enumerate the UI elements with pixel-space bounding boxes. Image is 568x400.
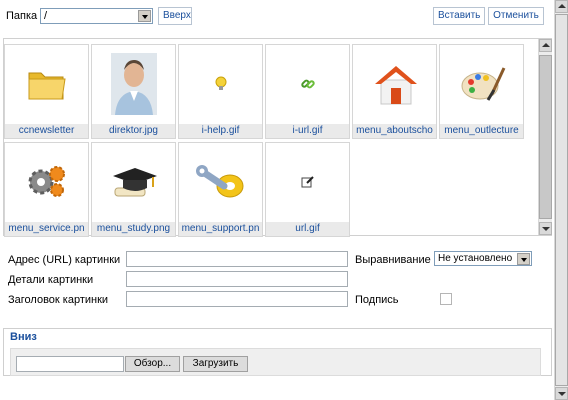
file-tile[interactable]: menu_study.png (91, 142, 176, 237)
wrench-tape-icon (179, 143, 262, 221)
page-scrollbar[interactable] (554, 0, 568, 400)
title-input[interactable] (126, 291, 348, 307)
file-browser: ccnewsletter direktor.jpg i-help.gif i-u… (3, 38, 552, 237)
file-tile[interactable]: url.gif (265, 142, 350, 237)
details-label: Детали картинки (8, 274, 94, 286)
caption-checkbox[interactable] (440, 293, 452, 305)
file-tile[interactable]: menu_aboutscho (352, 44, 437, 139)
scroll-down-arrow-icon[interactable] (539, 222, 552, 235)
align-select-value: Не установлено (438, 253, 513, 264)
folder-label: Папка (6, 10, 38, 22)
up-button[interactable]: Вверх (158, 7, 192, 25)
file-name: url.gif (266, 222, 349, 236)
file-name: menu_aboutscho (353, 124, 436, 138)
url-input[interactable] (126, 251, 348, 267)
file-tile[interactable]: i-url.gif (265, 44, 350, 139)
file-tile[interactable]: menu_support.pn (178, 142, 263, 237)
folder-select-value: / (44, 10, 48, 22)
file-tile[interactable]: ccnewsletter (4, 44, 89, 139)
file-name: menu_study.png (92, 222, 175, 236)
house-icon (353, 45, 436, 123)
insert-button[interactable]: Вставить (433, 7, 485, 25)
gears-icon (5, 143, 88, 221)
page-scrollbar-thumb[interactable] (555, 14, 568, 386)
chevron-down-icon[interactable] (138, 10, 151, 22)
upload-button[interactable]: Загрузить (183, 356, 248, 372)
upload-legend: Вниз (8, 331, 39, 343)
browse-button[interactable]: Обзор... (125, 356, 180, 372)
file-tile[interactable]: direktor.jpg (91, 44, 176, 139)
file-tile[interactable]: menu_outlecture (439, 44, 524, 139)
file-tile[interactable]: i-help.gif (178, 44, 263, 139)
title-label: Заголовок картинки (8, 294, 109, 306)
grid-scrollbar[interactable] (538, 39, 552, 235)
graduation-cap-icon (92, 143, 175, 221)
link-icon (266, 45, 349, 123)
upload-bar: Обзор... Загрузить (10, 348, 541, 376)
scroll-up-arrow-icon[interactable] (555, 0, 568, 13)
edit-link-icon (266, 143, 349, 221)
file-name: direktor.jpg (92, 124, 175, 138)
portrait-photo (92, 45, 175, 123)
caption-label: Подпись (355, 294, 399, 306)
file-name: ccnewsletter (5, 124, 88, 138)
file-name: menu_outlecture (440, 124, 523, 138)
align-label: Выравнивание (355, 254, 431, 266)
file-name: i-url.gif (266, 124, 349, 138)
folder-select[interactable]: / (40, 8, 153, 24)
folder-icon (5, 45, 88, 123)
chevron-down-icon[interactable] (517, 253, 530, 265)
file-path-input[interactable] (16, 356, 124, 372)
lightbulb-icon (179, 45, 262, 123)
details-input[interactable] (126, 271, 348, 287)
scrollbar-thumb[interactable] (539, 55, 552, 219)
cancel-button[interactable]: Отменить (488, 7, 544, 25)
file-tile[interactable]: menu_service.pn (4, 142, 89, 237)
palette-icon (440, 45, 523, 123)
scroll-up-arrow-icon[interactable] (539, 39, 552, 52)
align-select[interactable]: Не установлено (434, 251, 532, 266)
file-name: menu_support.pn (179, 222, 262, 236)
url-label: Адрес (URL) картинки (8, 254, 121, 266)
file-name: menu_service.pn (5, 222, 88, 236)
file-name: i-help.gif (179, 124, 262, 138)
scroll-down-arrow-icon[interactable] (555, 387, 568, 400)
